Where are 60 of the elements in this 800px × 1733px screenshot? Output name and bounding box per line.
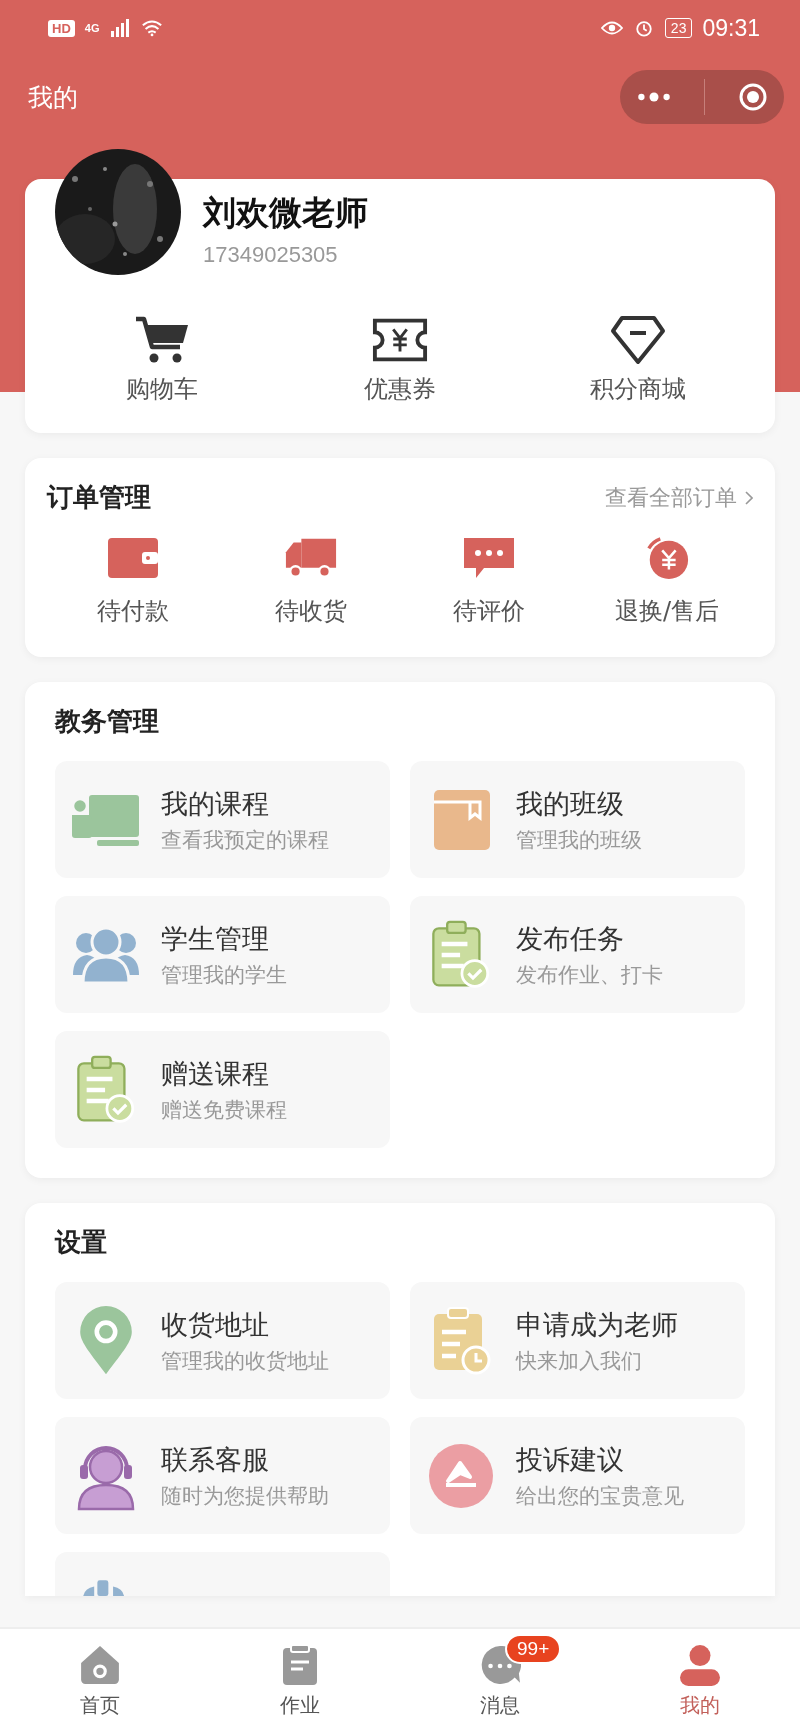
tile-title: 申请成为老师: [516, 1307, 678, 1342]
tile-title: 学生管理: [161, 921, 270, 956]
user-icon: [679, 1643, 721, 1686]
tile-subtitle: 管理我的学生: [161, 961, 287, 989]
menu-tile[interactable]: [55, 1552, 390, 1596]
tile-title: 发布任务: [516, 921, 625, 956]
page-title: 我的: [28, 81, 78, 114]
tile-subtitle: 给出您的宝贵意见: [516, 1482, 684, 1510]
shortcut-label[interactable]: 购物车: [126, 373, 198, 405]
tile-subtitle: 随时为您提供帮助: [161, 1482, 329, 1510]
menu-tile[interactable]: 我的课程 查看我预定的课程: [55, 761, 390, 878]
menu-tile[interactable]: 投诉建议 给出您的宝贵意见: [410, 1417, 745, 1534]
tile-title: 我的班级: [516, 786, 625, 821]
tile-subtitle: 赠送免费课程: [161, 1096, 287, 1124]
tab-item[interactable]: 99+ 消息: [400, 1629, 600, 1733]
menu-tile[interactable]: 赠送课程 赠送免费课程: [55, 1031, 390, 1148]
tile-title: 我的课程: [161, 786, 270, 821]
eye-icon: [600, 19, 623, 37]
tab-item[interactable]: 首页: [0, 1629, 200, 1733]
battery-icon: 23: [664, 18, 693, 38]
tile-subtitle: 查看我预定的课程: [161, 826, 329, 854]
close-icon[interactable]: [737, 82, 768, 112]
wallet-icon[interactable]: [106, 535, 160, 581]
menu-tile[interactable]: 申请成为老师 快来加入我们: [410, 1282, 745, 1399]
section-title: 教务管理: [55, 705, 159, 738]
order-status-label[interactable]: 退换/售后: [614, 595, 720, 627]
user-name: 刘欢微老师: [203, 192, 368, 234]
shortcut-label[interactable]: 优惠券: [364, 373, 436, 405]
shortcut-label[interactable]: 积分商城: [590, 373, 686, 405]
order-status-label[interactable]: 待评价: [453, 595, 525, 627]
order-status-label[interactable]: 待收货: [275, 595, 347, 627]
menu-tile[interactable]: 联系客服 随时为您提供帮助: [55, 1417, 390, 1534]
tile-subtitle: 发布作业、打卡: [516, 961, 663, 989]
signal-icon: [109, 19, 132, 37]
tile-subtitle: 快来加入我们: [516, 1347, 643, 1375]
tile-title: 投诉建议: [516, 1442, 625, 1477]
section-title: 订单管理: [47, 481, 151, 514]
tile-subtitle: 管理我的收货地址: [161, 1347, 329, 1375]
menu-tile[interactable]: 发布任务 发布作业、打卡: [410, 896, 745, 1013]
tile-title: 赠送课程: [161, 1056, 270, 1091]
more-icon[interactable]: [636, 91, 673, 103]
tab-item[interactable]: 作业: [200, 1629, 400, 1733]
tab-item[interactable]: 我的: [600, 1629, 800, 1733]
hd-icon: HD: [48, 19, 75, 37]
wifi-icon: [141, 19, 164, 37]
tile-title: 收货地址: [161, 1307, 270, 1342]
status-time: 09:31: [702, 14, 760, 42]
network-label: 4G: [84, 22, 100, 34]
unread-count-badge: 99+: [505, 1633, 562, 1664]
chevron-right-icon[interactable]: [745, 490, 753, 505]
section-title: 设置: [55, 1226, 107, 1259]
phone-number: 17349025305: [203, 242, 339, 268]
diamond-icon[interactable]: [610, 315, 666, 365]
tile-title: 联系客服: [161, 1442, 270, 1477]
tile-subtitle: 管理我的班级: [516, 826, 642, 854]
menu-tile[interactable]: 我的班级 管理我的班级: [410, 761, 745, 878]
menu-tile[interactable]: 收货地址 管理我的收货地址: [55, 1282, 390, 1399]
order-status-label[interactable]: 待付款: [97, 595, 169, 627]
cart-icon[interactable]: [134, 315, 190, 365]
menu-tile[interactable]: 学生管理 管理我的学生: [55, 896, 390, 1013]
